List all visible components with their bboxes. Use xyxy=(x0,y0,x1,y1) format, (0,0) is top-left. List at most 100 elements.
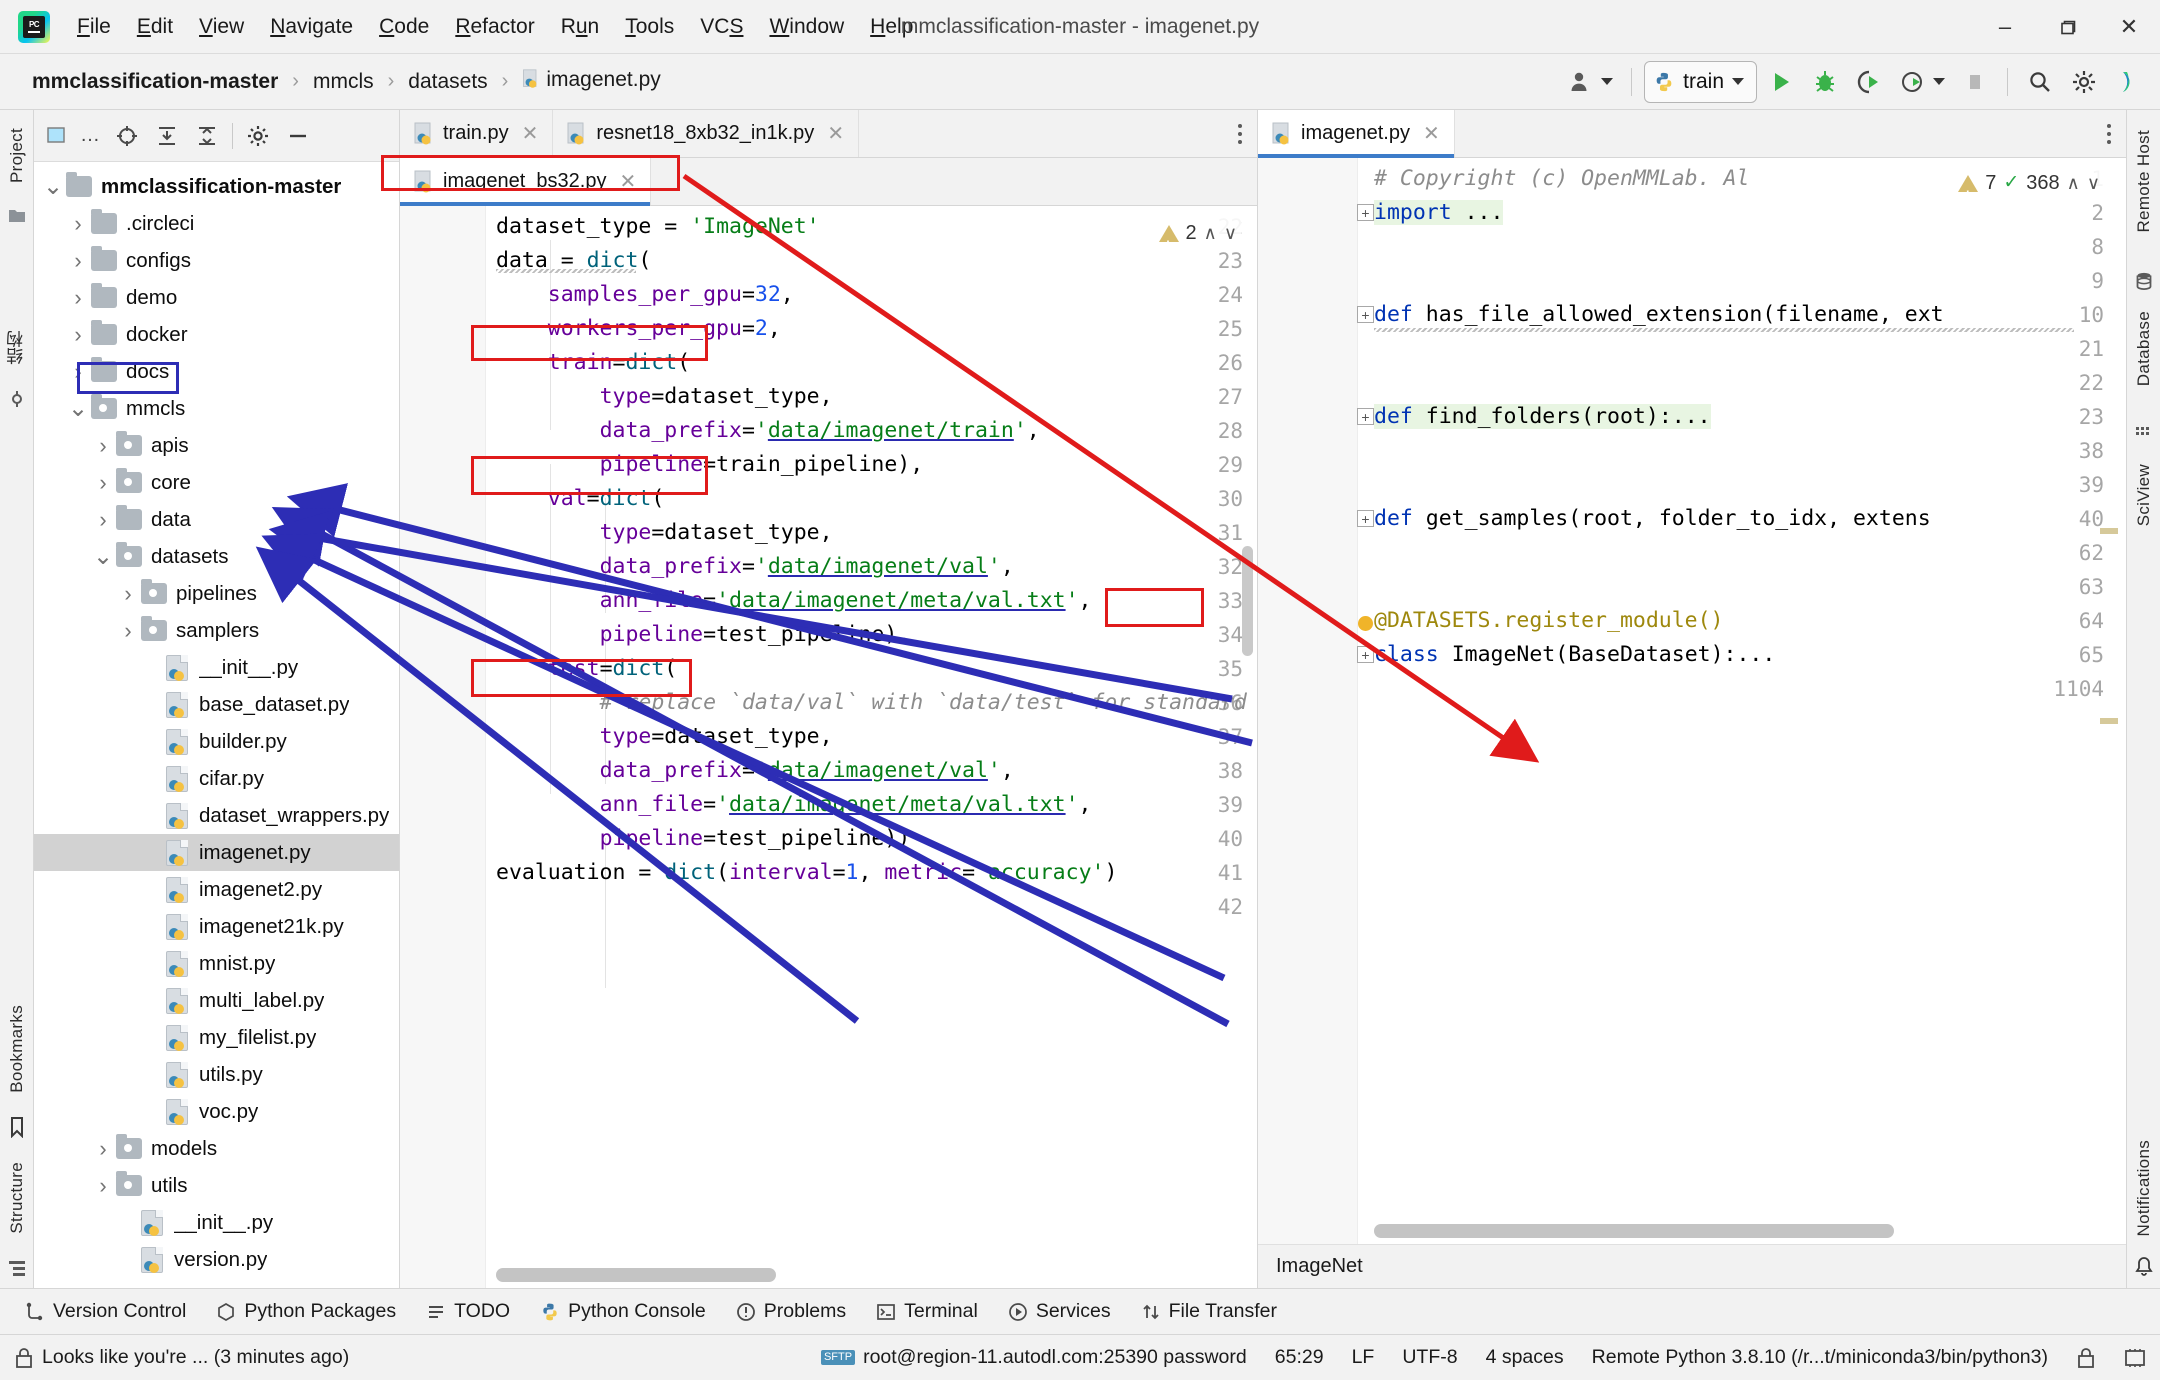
tree-row[interactable]: dataset_wrappers.py xyxy=(34,797,399,834)
tree-row[interactable]: __init__.py xyxy=(34,1204,399,1241)
chevron-right-icon[interactable]: › xyxy=(90,1173,116,1199)
close-icon[interactable]: ✕ xyxy=(1423,121,1440,146)
fold-expand-icon[interactable]: + xyxy=(1357,510,1374,527)
chevron-right-icon[interactable]: › xyxy=(65,285,91,311)
tool-window-file-transfer[interactable]: File Transfer xyxy=(1128,1296,1290,1327)
editor-options-kebab-icon[interactable] xyxy=(2092,110,2126,157)
menu-item-window[interactable]: Window xyxy=(756,9,857,45)
tree-row[interactable]: imagenet21k.py xyxy=(34,908,399,945)
tree-row[interactable]: my_filelist.py xyxy=(34,1019,399,1056)
tree-row[interactable]: › docs xyxy=(34,353,399,390)
menu-item-navigate[interactable]: Navigate xyxy=(257,9,366,45)
close-button[interactable]: ✕ xyxy=(2098,0,2160,54)
project-scope-ellipsis[interactable]: … xyxy=(80,124,100,147)
menu-item-vcs[interactable]: VCS xyxy=(687,9,756,45)
rail-item-bookmarks[interactable]: Bookmarks xyxy=(7,995,27,1103)
collapse-all-icon[interactable] xyxy=(188,117,226,155)
tree-row[interactable]: mnist.py xyxy=(34,945,399,982)
menu-item-code[interactable]: Code xyxy=(366,9,442,45)
chevron-right-icon[interactable]: › xyxy=(90,507,116,533)
code-editor-left[interactable]: 2 ∧ ∨ 22dataset_type = 'ImageNet'23data … xyxy=(400,206,1257,1288)
breadcrumb-item-2[interactable]: datasets xyxy=(402,68,493,96)
editor-tab-resnet18[interactable]: resnet18_8xb32_in1k.py ✕ xyxy=(553,110,860,157)
next-problem-icon[interactable]: ∨ xyxy=(1224,216,1237,250)
fold-expand-icon[interactable]: + xyxy=(1357,646,1374,663)
breadcrumb-item-3[interactable]: imagenet.py xyxy=(516,66,666,97)
tree-row[interactable]: imagenet.py xyxy=(34,834,399,871)
tree-row[interactable]: › pipelines xyxy=(34,575,399,612)
menu-item-refactor[interactable]: Refactor xyxy=(442,9,547,45)
run-with-coverage-button[interactable] xyxy=(1849,62,1889,102)
chevron-down-icon[interactable]: ⌄ xyxy=(40,174,66,198)
tree-row[interactable]: ⌄ datasets xyxy=(34,538,399,575)
rail-item-notifications[interactable]: Notifications xyxy=(2134,1130,2154,1247)
stop-button[interactable] xyxy=(1955,62,1995,102)
tool-window-problems[interactable]: Problems xyxy=(723,1296,859,1327)
memory-indicator-icon[interactable] xyxy=(2110,1347,2160,1369)
chevron-right-icon[interactable]: › xyxy=(65,248,91,274)
status-message-item[interactable]: Looks like you're ... (3 minutes ago) xyxy=(0,1346,363,1369)
profile-button[interactable] xyxy=(1893,62,1933,102)
breadcrumb-item-1[interactable]: mmcls xyxy=(307,68,380,96)
tree-row[interactable]: › samplers xyxy=(34,612,399,649)
rail-item-structure[interactable]: Structure xyxy=(7,1152,27,1244)
tree-row[interactable]: cifar.py xyxy=(34,760,399,797)
tree-row[interactable]: ⌄ mmcls xyxy=(34,390,399,427)
intention-bulb-icon[interactable] xyxy=(1358,616,1373,631)
minimize-button[interactable]: – xyxy=(1974,0,2036,54)
file-encoding[interactable]: UTF-8 xyxy=(1388,1346,1471,1369)
tree-row[interactable]: › apis xyxy=(34,427,399,464)
tool-window-version-control[interactable]: Version Control xyxy=(12,1296,199,1327)
editor-options-kebab-icon[interactable] xyxy=(1223,110,1257,157)
remote-interpreter-item[interactable]: SFTP root@region-11.autodl.com:25390 pas… xyxy=(807,1346,1261,1369)
close-icon[interactable]: ✕ xyxy=(619,169,636,194)
tree-row[interactable]: › docker xyxy=(34,316,399,353)
editor-tab-train[interactable]: train.py ✕ xyxy=(400,110,554,157)
chevron-right-icon[interactable]: › xyxy=(90,433,116,459)
code-editor-right[interactable]: 7 ✓ 368 ∧ ∨ 1# Copyright (c) OpenMMLab. … xyxy=(1258,158,2126,1244)
menu-item-tools[interactable]: Tools xyxy=(612,9,687,45)
locate-in-tree-icon[interactable] xyxy=(108,117,146,155)
hide-panel-icon[interactable] xyxy=(279,117,317,155)
run-button[interactable] xyxy=(1761,62,1801,102)
rail-item-structure-cn[interactable]: 结构 xyxy=(4,320,29,375)
profile-chevron-down-icon[interactable] xyxy=(1933,78,1945,85)
tree-row[interactable]: › demo xyxy=(34,279,399,316)
run-config-chevron-down-icon[interactable] xyxy=(1732,78,1744,85)
prev-problem-icon[interactable]: ∧ xyxy=(2067,166,2080,200)
chevron-right-icon[interactable]: › xyxy=(65,359,91,385)
expand-all-icon[interactable] xyxy=(148,117,186,155)
tree-row[interactable]: builder.py xyxy=(34,723,399,760)
chevron-right-icon[interactable]: › xyxy=(65,211,91,237)
close-icon[interactable]: ✕ xyxy=(827,121,844,146)
fold-expand-icon[interactable]: + xyxy=(1357,306,1374,323)
chevron-right-icon[interactable]: › xyxy=(90,1136,116,1162)
tree-row[interactable]: › models xyxy=(34,1130,399,1167)
rail-item-database[interactable]: Database xyxy=(2134,301,2154,396)
chevron-right-icon[interactable]: › xyxy=(65,322,91,348)
tree-row[interactable]: › .circleci xyxy=(34,205,399,242)
tree-row[interactable]: imagenet2.py xyxy=(34,871,399,908)
menu-item-view[interactable]: View xyxy=(186,9,257,45)
next-problem-icon[interactable]: ∨ xyxy=(2087,166,2100,200)
project-scope-select[interactable] xyxy=(40,117,78,155)
user-account-icon[interactable] xyxy=(1561,62,1601,102)
chevron-down-icon[interactable]: ⌄ xyxy=(90,544,116,568)
fold-expand-icon[interactable]: + xyxy=(1357,204,1374,221)
lock-status-icon[interactable] xyxy=(2062,1347,2110,1369)
tree-row[interactable]: multi_label.py xyxy=(34,982,399,1019)
menu-item-file[interactable]: File xyxy=(64,9,124,45)
tree-row[interactable]: base_dataset.py xyxy=(34,686,399,723)
fold-expand-icon[interactable]: + xyxy=(1357,408,1374,425)
tool-window-python-packages[interactable]: Python Packages xyxy=(203,1296,409,1327)
tree-row[interactable]: voc.py xyxy=(34,1093,399,1130)
prev-problem-icon[interactable]: ∧ xyxy=(1204,216,1217,250)
tree-row[interactable]: utils.py xyxy=(34,1056,399,1093)
inspection-widget-right[interactable]: 7 ✓ 368 ∧ ∨ xyxy=(1954,164,2104,212)
chevron-right-icon[interactable]: › xyxy=(115,618,141,644)
maximize-button[interactable] xyxy=(2036,0,2098,54)
line-separator[interactable]: LF xyxy=(1338,1346,1389,1369)
menu-item-edit[interactable]: Edit xyxy=(124,9,186,45)
tool-window-services[interactable]: Services xyxy=(995,1296,1124,1327)
chevron-down-icon[interactable]: ⌄ xyxy=(65,396,91,420)
